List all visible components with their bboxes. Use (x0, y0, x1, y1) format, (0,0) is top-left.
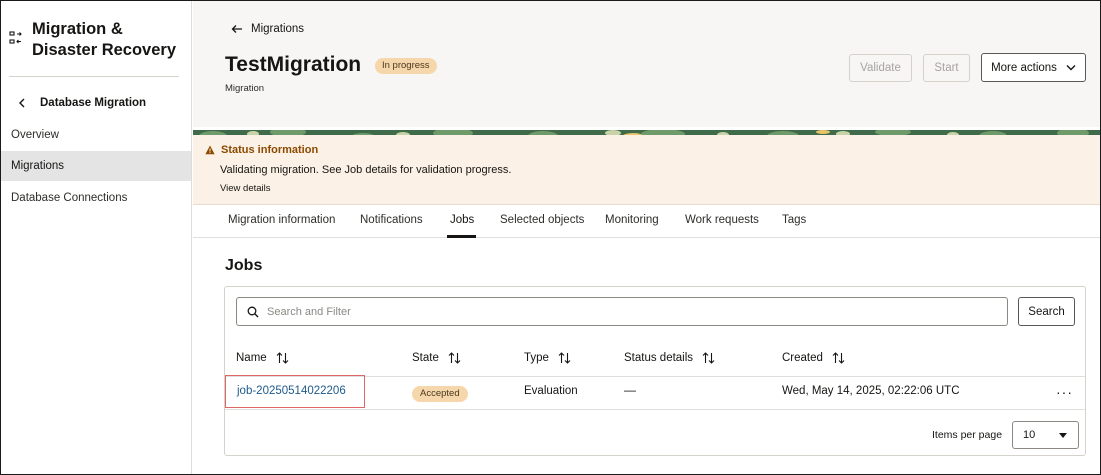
migration-icon (9, 31, 23, 45)
column-header-type[interactable]: Type (524, 352, 571, 364)
more-actions-button[interactable]: More actions (981, 53, 1086, 82)
breadcrumb-back-link[interactable]: Migrations (231, 23, 304, 35)
sidebar: Migration & Disaster Recovery Database M… (1, 1, 192, 474)
jobs-table-card: Search Name State Type Status details Cr… (224, 286, 1086, 456)
app-header: Migration & Disaster Recovery (9, 19, 181, 61)
page-header: Migrations TestMigration In progress Mig… (193, 1, 1100, 127)
search-button[interactable]: Search (1018, 297, 1075, 326)
column-header-name[interactable]: Name (236, 352, 289, 364)
app-frame: Migration & Disaster Recovery Database M… (0, 0, 1101, 475)
arrow-left-icon (231, 25, 242, 33)
column-header-type-label: Type (524, 352, 549, 364)
job-created: Wed, May 14, 2025, 02:22:06 UTC (782, 385, 960, 397)
tab-migration-information[interactable]: Migration information (228, 214, 335, 226)
row-actions-menu-icon[interactable]: ··· (1056, 384, 1073, 400)
status-badge: In progress (375, 58, 437, 74)
sidebar-item-migrations[interactable]: Migrations (1, 151, 191, 181)
warning-icon (205, 145, 215, 155)
items-per-page-value: 10 (1023, 429, 1036, 441)
sort-icon (832, 352, 845, 364)
app-title: Migration & Disaster Recovery (32, 20, 177, 59)
job-type: Evaluation (524, 385, 578, 397)
search-input[interactable] (236, 297, 1008, 326)
breadcrumb-label: Migrations (251, 23, 305, 35)
tab-work-requests[interactable]: Work requests (685, 214, 759, 226)
page-title: TestMigration (225, 53, 362, 76)
status-title-text: Status information (221, 144, 319, 156)
tab-selected-objects[interactable]: Selected objects (500, 214, 584, 226)
chevron-down-icon (1066, 65, 1076, 71)
sidebar-back-link[interactable]: Database Migration (18, 97, 146, 109)
sort-icon (702, 352, 715, 364)
column-header-name-label: Name (236, 352, 267, 364)
sidebar-item-overview[interactable]: Overview (1, 120, 191, 150)
sidebar-item-database-connections[interactable]: Database Connections (1, 183, 191, 213)
column-header-status-details[interactable]: Status details (624, 352, 715, 364)
sidebar-divider (9, 76, 179, 77)
chevron-left-icon (18, 98, 26, 108)
tab-monitoring[interactable]: Monitoring (605, 214, 659, 226)
status-information-panel: Status information Validating migration.… (193, 135, 1100, 205)
decorative-banner (193, 127, 1100, 135)
column-header-state[interactable]: State (412, 352, 461, 364)
sort-icon (276, 352, 289, 364)
status-title: Status information (205, 144, 318, 156)
job-status-details: — (624, 383, 636, 397)
items-per-page-label: Items per page (932, 429, 1003, 441)
more-actions-label: More actions (991, 61, 1057, 74)
column-header-state-label: State (412, 352, 439, 364)
sort-icon (448, 352, 461, 364)
state-badge: Accepted (412, 386, 468, 402)
column-header-status-details-label: Status details (624, 352, 694, 364)
page-subtitle: Migration (225, 83, 265, 94)
start-button[interactable]: Start (923, 54, 970, 82)
tab-jobs[interactable]: Jobs (450, 214, 474, 226)
job-name-link[interactable]: job-20250514022206 (225, 375, 365, 408)
search-icon (247, 306, 259, 321)
view-details-link[interactable]: View details (220, 183, 271, 194)
status-message: Validating migration. See Job details fo… (220, 164, 512, 176)
section-heading: Jobs (225, 257, 263, 274)
tab-bar: Migration information Notifications Jobs… (193, 205, 1100, 238)
active-tab-indicator (447, 235, 476, 238)
table-divider (225, 409, 1085, 410)
items-per-page-select[interactable]: 10 (1012, 421, 1079, 449)
caret-down-icon (1059, 433, 1067, 438)
sidebar-back-label: Database Migration (40, 97, 147, 109)
column-header-created-label: Created (782, 352, 823, 364)
tab-notifications[interactable]: Notifications (360, 214, 423, 226)
sort-icon (558, 352, 571, 364)
tab-tags[interactable]: Tags (782, 214, 806, 226)
validate-button[interactable]: Validate (849, 54, 912, 82)
column-header-created[interactable]: Created (782, 352, 845, 364)
